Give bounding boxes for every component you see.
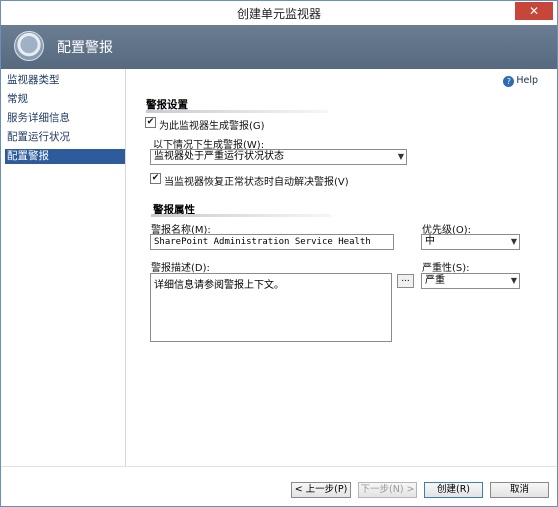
page-title: 配置警报 — [57, 40, 113, 56]
nav-item-configure-alerts[interactable]: 配置警报 — [5, 149, 125, 164]
severity-label: 严重性(S): — [422, 263, 470, 274]
next-button[interactable]: 下一步(N) > — [358, 482, 417, 498]
alert-condition-value: 监视器处于严重运行状况状态 — [154, 151, 284, 162]
help-icon: ? — [503, 76, 515, 87]
nav-item-service-details[interactable]: 服务详细信息 — [5, 111, 125, 126]
chevron-down-icon: ▼ — [510, 276, 517, 285]
wizard-steps-nav: 监视器类型 常规 服务详细信息 配置运行状况 配置警报 — [1, 69, 126, 466]
alert-properties-divider — [151, 214, 331, 217]
generate-alerts-checkbox[interactable]: ✔ — [145, 117, 156, 128]
priority-select[interactable]: 中 ▼ — [421, 234, 520, 250]
create-unit-monitor-window: 创建单元监视器 ✕ 配置警报 监视器类型 常规 服务详细信息 配置运行状况 配置… — [0, 0, 558, 507]
nav-item-general[interactable]: 常规 — [5, 92, 125, 107]
window-title: 创建单元监视器 — [236, 7, 321, 21]
priority-value: 中 — [425, 236, 435, 247]
alert-description-input[interactable]: 详细信息请参阅警报上下文。 — [150, 273, 392, 342]
nav-item-monitor-type[interactable]: 监视器类型 — [5, 73, 125, 88]
nav-item-configure-health[interactable]: 配置运行状况 — [5, 130, 125, 145]
auto-resolve-label: 当监视器恢复正常状态时自动解决警报(V) — [164, 177, 349, 188]
alert-name-input[interactable]: SharePoint Administration Service Health — [150, 234, 394, 250]
chevron-down-icon: ▼ — [397, 152, 404, 161]
auto-resolve-checkbox[interactable]: ✔ — [150, 173, 161, 184]
chevron-down-icon: ▼ — [510, 237, 517, 246]
help-label: Help — [516, 75, 538, 86]
description-ellipsis-button[interactable]: ... — [397, 274, 414, 288]
cancel-button[interactable]: 取消 — [490, 482, 549, 498]
alert-description-label: 警报描述(D): — [151, 263, 210, 274]
severity-select[interactable]: 严重 ▼ — [421, 273, 520, 289]
previous-button[interactable]: < 上一步(P) — [291, 482, 351, 498]
wizard-header: 配置警报 — [1, 25, 557, 69]
generate-alerts-label: 为此监视器生成警报(G) — [159, 121, 265, 132]
alert-settings-divider — [146, 110, 328, 113]
monitor-wizard-icon — [14, 31, 44, 61]
main-pane: ? Help 警报设置 ✔ 为此监视器生成警报(G) 以下情况下生成警报(W): … — [126, 69, 557, 466]
severity-value: 严重 — [425, 275, 445, 286]
create-button[interactable]: 创建(R) — [424, 482, 483, 498]
title-bar[interactable]: 创建单元监视器 ✕ — [1, 1, 557, 25]
alert-condition-select[interactable]: 监视器处于严重运行状况状态 ▼ — [150, 149, 407, 165]
help-link[interactable]: ? Help — [503, 75, 538, 87]
wizard-footer: < 上一步(P) 下一步(N) > 创建(R) 取消 — [1, 466, 557, 506]
close-button[interactable]: ✕ — [515, 2, 553, 20]
